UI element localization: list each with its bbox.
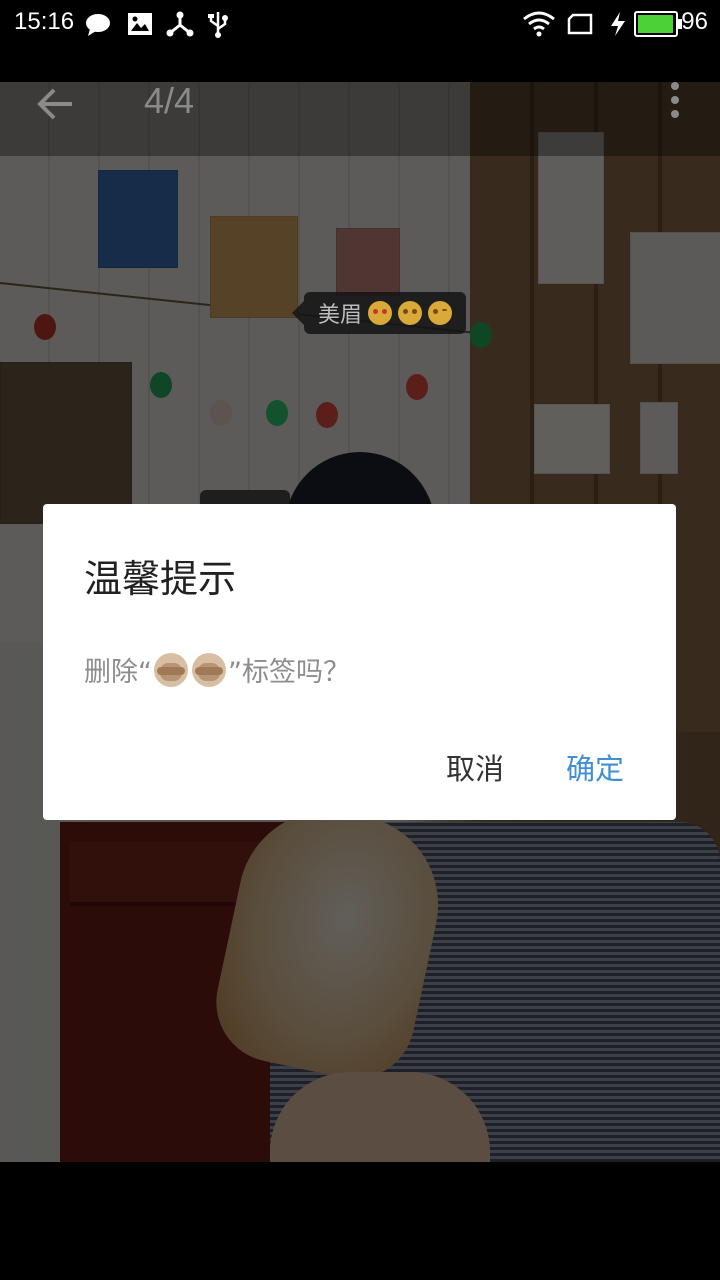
charging-bolt-icon <box>611 12 625 36</box>
viewer-toolbar: 4/4 <box>0 48 720 156</box>
photo-tag-label: 美眉 <box>318 303 363 328</box>
confirm-button[interactable]: 确定 <box>566 746 624 788</box>
heart-eyes-emoji <box>368 301 393 325</box>
share-nodes-icon <box>166 11 194 37</box>
image-icon <box>128 13 152 35</box>
dialog-message: 删除“ ”标签吗？ <box>84 650 350 689</box>
wifi-icon <box>523 11 555 37</box>
photo-tag[interactable]: 美眉 <box>291 292 467 334</box>
dialog-title: 温馨提示 <box>84 557 237 601</box>
screen-icon <box>567 13 593 35</box>
more-vertical-icon[interactable] <box>660 78 690 128</box>
dialog-message-suffix: ”标签吗？ <box>228 657 350 688</box>
dialog-message-prefix: 删除“ <box>84 657 152 688</box>
chat-bubble-icon <box>86 14 110 36</box>
see-no-evil-monkey-emoji <box>192 652 226 687</box>
image-counter: 4/4 <box>144 80 195 121</box>
wink-emoji <box>428 301 453 325</box>
back-button[interactable] <box>30 78 82 130</box>
relieved-emoji <box>398 301 423 325</box>
battery-icon <box>634 11 682 37</box>
bottom-bar <box>0 1162 720 1280</box>
confirm-dialog: 温馨提示 删除“ ”标签吗？ 取消 确定 <box>43 504 676 820</box>
battery-fill <box>638 15 673 33</box>
cancel-button[interactable]: 取消 <box>446 746 504 788</box>
usb-icon <box>208 12 228 38</box>
battery-percent: 96 <box>681 8 708 35</box>
status-bar: 15:16 96 <box>0 0 720 48</box>
see-no-evil-monkey-emoji <box>154 652 188 687</box>
status-time: 15:16 <box>14 8 75 35</box>
